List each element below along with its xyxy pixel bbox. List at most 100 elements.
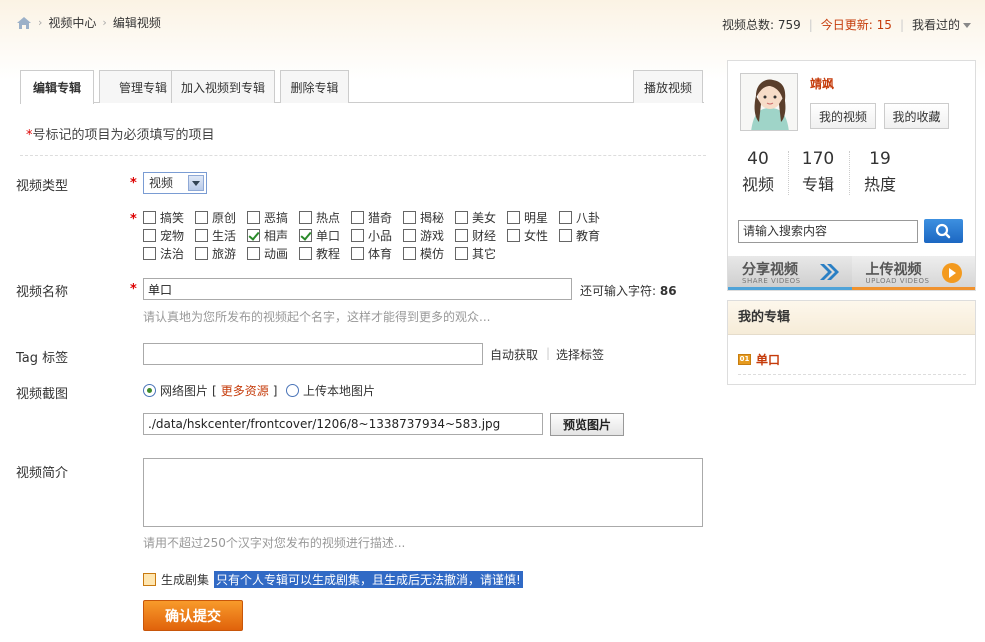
category-checkbox[interactable]: 相声 [247, 227, 288, 244]
checkbox-checked-icon[interactable] [247, 229, 260, 242]
checkbox-unchecked-icon[interactable] [299, 211, 312, 224]
double-arrow-icon [820, 264, 839, 280]
album-list-item[interactable]: 01 单口 [738, 351, 780, 368]
category-checkbox[interactable]: 单口 [299, 227, 340, 244]
checkbox-unchecked-icon[interactable] [559, 211, 572, 224]
album-index-badge: 01 [738, 354, 751, 365]
tag-input[interactable] [143, 343, 483, 365]
cover-local-radio[interactable]: 上传本地图片 [286, 382, 375, 399]
submit-button[interactable]: 确认提交 [143, 600, 243, 631]
intro-textarea[interactable] [143, 458, 703, 527]
checkbox-unchecked-icon[interactable] [299, 247, 312, 260]
stat-videos[interactable]: 40 视频 [728, 149, 788, 195]
upload-video-button[interactable]: 上传视频 UPLOAD VIDEOS [851, 256, 975, 290]
choose-tag-link[interactable]: 选择标签 [556, 346, 604, 363]
checkbox-unchecked-icon[interactable] [143, 211, 156, 224]
video-type-select[interactable]: 视频 [143, 172, 207, 194]
my-videos-button[interactable]: 我的视频 [810, 103, 876, 129]
checkbox-unchecked-icon[interactable] [143, 229, 156, 242]
category-checkbox[interactable]: 体育 [351, 245, 392, 262]
category-checkbox[interactable]: 美女 [455, 209, 496, 226]
required-note: *号标记的项目为必须填写的项目 [26, 124, 215, 143]
checkbox-checked-icon[interactable] [299, 229, 312, 242]
remaining-chars: 还可输入字符: 86 [580, 282, 677, 299]
cover-label: 视频截图 [16, 387, 69, 402]
watched-dropdown[interactable]: 我看过的 [912, 16, 971, 33]
bracket-close: ] [272, 383, 278, 398]
search-input[interactable]: 请输入搜索内容 [738, 220, 918, 243]
checkbox-unchecked-icon[interactable] [143, 247, 156, 260]
category-checkbox[interactable]: 八卦 [559, 209, 600, 226]
search-button[interactable] [924, 219, 963, 243]
stat-heat[interactable]: 19 热度 [850, 149, 910, 195]
category-checkbox[interactable]: 小品 [351, 227, 392, 244]
checkbox-unchecked-icon[interactable] [195, 229, 208, 242]
stat-albums-label: 专辑 [801, 175, 834, 194]
checkbox-unchecked-icon[interactable] [403, 229, 416, 242]
more-resources-link[interactable]: 更多资源 [221, 382, 269, 399]
share-video-button[interactable]: 分享视频 SHARE VIDEOS [728, 256, 852, 290]
category-checkbox[interactable]: 模仿 [403, 245, 444, 262]
checkbox-unchecked-icon[interactable] [507, 211, 520, 224]
category-checkbox[interactable]: 生活 [195, 227, 236, 244]
checkbox-unchecked-icon[interactable] [455, 229, 468, 242]
checkbox-unchecked-icon[interactable] [195, 211, 208, 224]
checkbox-unchecked-icon[interactable] [559, 229, 572, 242]
stat-videos-label: 视频 [741, 175, 774, 194]
checkbox-unchecked-icon[interactable] [247, 247, 260, 260]
checkbox-unchecked-icon[interactable] [455, 211, 468, 224]
category-checkbox[interactable]: 搞笑 [143, 209, 184, 226]
stat-albums[interactable]: 170 专辑 [788, 149, 848, 195]
category-checkbox[interactable]: 原创 [195, 209, 236, 226]
category-checkbox[interactable]: 其它 [455, 245, 496, 262]
checkbox-unchecked-icon[interactable] [195, 247, 208, 260]
breadcrumb-item-video-center[interactable]: 视频中心 [48, 14, 96, 31]
avatar[interactable] [740, 73, 798, 131]
category-checkbox[interactable]: 宠物 [143, 227, 184, 244]
my-favorites-button[interactable]: 我的收藏 [884, 103, 949, 129]
category-checkbox[interactable]: 财经 [455, 227, 496, 244]
preview-image-button[interactable]: 预览图片 [550, 413, 624, 436]
category-checkbox[interactable]: 热点 [299, 209, 340, 226]
username[interactable]: 靖飒 [810, 75, 834, 92]
category-label: 热点 [316, 211, 341, 225]
category-checkbox[interactable]: 揭秘 [403, 209, 444, 226]
category-checkbox[interactable]: 明星 [507, 209, 548, 226]
checkbox-unchecked-icon[interactable] [455, 247, 468, 260]
checkbox-unchecked-icon[interactable] [507, 229, 520, 242]
tab-edit-album[interactable]: 编辑专辑 [20, 70, 94, 104]
tab-play-video[interactable]: 播放视频 [633, 70, 703, 103]
checkbox-unchecked-icon[interactable] [351, 229, 364, 242]
cover-path-input[interactable] [143, 413, 543, 435]
generate-series-checkbox[interactable] [143, 573, 156, 586]
video-name-input[interactable] [143, 278, 572, 300]
home-icon[interactable] [16, 16, 32, 30]
category-checkbox[interactable]: 游戏 [403, 227, 444, 244]
chevron-down-icon[interactable] [188, 175, 204, 191]
checkbox-unchecked-icon[interactable] [351, 247, 364, 260]
category-checkbox[interactable]: 教育 [559, 227, 600, 244]
category-checkbox[interactable]: 恶搞 [247, 209, 288, 226]
checkbox-unchecked-icon[interactable] [247, 211, 260, 224]
category-checkbox[interactable]: 动画 [247, 245, 288, 262]
category-checkbox[interactable]: 猎奇 [351, 209, 392, 226]
album-item-label[interactable]: 单口 [756, 351, 780, 368]
tab-delete-album[interactable]: 删除专辑 [280, 70, 349, 103]
auto-get-tag-link[interactable]: 自动获取 [490, 346, 538, 363]
category-label: 教程 [316, 247, 341, 261]
tab-add-video-to-album[interactable]: 加入视频到专辑 [171, 70, 275, 103]
radio-unselected-icon[interactable] [286, 384, 299, 397]
video-type-value: 视频 [149, 176, 174, 190]
checkbox-unchecked-icon[interactable] [403, 211, 416, 224]
checkbox-unchecked-icon[interactable] [403, 247, 416, 260]
category-checkbox[interactable]: 教程 [299, 245, 340, 262]
category-checkbox[interactable]: 法治 [143, 245, 184, 262]
radio-selected-icon[interactable] [143, 384, 156, 397]
site-stats: 视频总数: 759 | 今日更新: 15 | 我看过的 [722, 16, 971, 33]
today-updates-stat: 今日更新: 15 [820, 18, 892, 32]
category-checkbox[interactable]: 女性 [507, 227, 548, 244]
checkbox-unchecked-icon[interactable] [351, 211, 364, 224]
avatar-image [741, 74, 797, 130]
category-checkbox[interactable]: 旅游 [195, 245, 236, 262]
cover-web-radio[interactable]: 网络图片 [更多资源] [143, 382, 277, 399]
